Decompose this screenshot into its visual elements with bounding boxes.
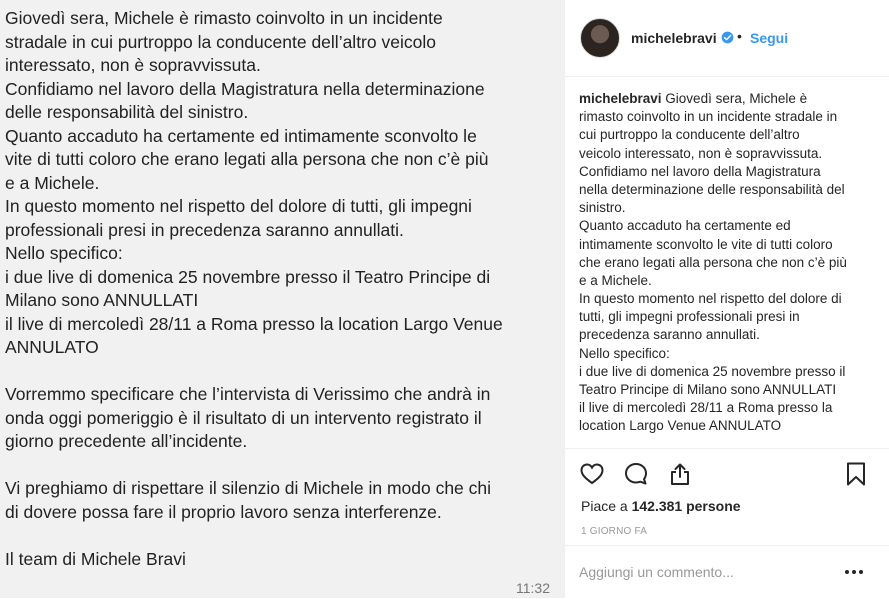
more-icon[interactable] bbox=[843, 564, 865, 580]
note-line: Confidiamo nel lavoro della Magistratura… bbox=[5, 78, 485, 99]
caption-line: nella determinazione delle responsabilit… bbox=[579, 181, 875, 199]
caption-text: cui purtroppo la conducente dell’altro bbox=[579, 127, 800, 143]
heart-icon[interactable] bbox=[579, 461, 605, 487]
caption-text: location Largo Venue ANNULATO bbox=[579, 418, 782, 434]
separator-dot: • bbox=[737, 28, 742, 44]
caption-line: Quanto accaduto ha certamente ed bbox=[579, 217, 875, 235]
note-line: Vi preghiamo di rispettare il silenzio d… bbox=[5, 478, 492, 498]
caption-line: rimasto coinvolto in un incidente strada… bbox=[579, 108, 875, 126]
caption-username-link[interactable]: michelebravi bbox=[579, 91, 662, 106]
caption-line: Nello specifico: bbox=[579, 345, 875, 363]
caption-line: Confidiamo nel lavoro della Magistratura bbox=[579, 163, 875, 181]
avatar[interactable] bbox=[580, 18, 620, 58]
note-line: Nello specifico: bbox=[5, 243, 123, 263]
verified-badge-icon bbox=[721, 31, 734, 44]
note-line: il live di mercoledì 28/11 a Roma presso… bbox=[5, 313, 503, 334]
note-line bbox=[5, 524, 557, 548]
caption-text: Quanto accaduto ha certamente ed bbox=[579, 218, 791, 234]
post-header: michelebravi • Segui bbox=[565, 0, 889, 77]
note-line: i due live di domenica 25 novembre press… bbox=[5, 266, 491, 287]
caption-text: che erano legati alla persona che non c’… bbox=[579, 254, 847, 270]
comment-input[interactable] bbox=[579, 564, 829, 580]
caption-line: sinistro. bbox=[579, 199, 875, 217]
note-line: delle responsabilità del sinistro. bbox=[5, 102, 249, 122]
caption-line: veicolo interessato, non è sopravvissuta… bbox=[579, 145, 875, 163]
note-line: In questo momento nel rispetto del dolor… bbox=[5, 196, 472, 216]
caption-text: rimasto coinvolto in un incidente strada… bbox=[579, 109, 838, 125]
caption-line: i due live di domenica 25 novembre press… bbox=[579, 363, 875, 381]
likes-count[interactable]: Piace a 142.381 persone bbox=[581, 498, 741, 514]
caption-text: Teatro Principe di Milano sono ANNULLATI bbox=[579, 382, 837, 397]
caption-line: Teatro Principe di Milano sono ANNULLATI bbox=[579, 381, 875, 399]
note-line: giorno precedente all’incidente. bbox=[5, 431, 248, 451]
caption-text: Confidiamo nel lavoro della Magistratura bbox=[579, 163, 821, 179]
note-line: onda oggi pomeriggio è il risultato di u… bbox=[5, 407, 482, 428]
note-line: ANNULATO bbox=[5, 337, 99, 357]
note-text: Giovedì sera, Michele è rimasto coinvolt… bbox=[5, 7, 557, 571]
caption-text: i due live di domenica 25 novembre press… bbox=[579, 363, 846, 379]
caption-text: nella determinazione delle responsabilit… bbox=[579, 181, 845, 197]
caption-text: e a Michele. bbox=[579, 272, 652, 288]
post-sidebar: michelebravi • Segui michelebravi Gioved… bbox=[565, 0, 889, 598]
note-line: Il team di Michele Bravi bbox=[5, 548, 186, 569]
caption-text: veicolo interessato, non è sopravvissuta… bbox=[579, 145, 823, 161]
comment-icon[interactable] bbox=[623, 461, 649, 487]
note-line bbox=[5, 454, 557, 478]
username-link[interactable]: michelebravi bbox=[631, 30, 717, 46]
note-line: Quanto accaduto ha certamente ed intimam… bbox=[5, 125, 477, 146]
bookmark-icon[interactable] bbox=[843, 461, 869, 487]
caption-text: precedenza saranno annullati. bbox=[579, 327, 760, 343]
caption-text: sinistro. bbox=[579, 200, 626, 216]
caption-line: cui purtroppo la conducente dell’altro bbox=[579, 126, 875, 144]
likes-number: 142.381 bbox=[631, 498, 683, 514]
caption-line: location Largo Venue ANNULATO bbox=[579, 417, 875, 435]
caption-line: In questo momento nel rispetto del dolor… bbox=[579, 290, 875, 308]
note-line: Vorremmo specificare che l’intervista di… bbox=[5, 384, 491, 404]
post-caption: michelebravi Giovedì sera, Michele è rima… bbox=[579, 90, 875, 436]
follow-button[interactable]: Segui bbox=[750, 30, 788, 46]
caption-line: precedenza saranno annullati. bbox=[579, 326, 875, 344]
caption-line: tutti, gli impegni professionali presi i… bbox=[579, 308, 875, 326]
comment-bar bbox=[565, 545, 889, 599]
share-icon[interactable] bbox=[667, 461, 693, 487]
post-time-ago: 1 GIORNO FA bbox=[581, 526, 648, 537]
note-timestamp: 11:32 bbox=[516, 580, 550, 596]
caption-line: il live di mercoledì 28/11 a Roma presso… bbox=[579, 399, 875, 417]
likes-prefix: Piace a bbox=[581, 498, 632, 514]
note-line: Giovedì sera, Michele è rimasto coinvolt… bbox=[5, 8, 443, 28]
caption-line: e a Michele. bbox=[579, 272, 875, 290]
caption-line: intimamente sconvolto le vite di tutti c… bbox=[579, 236, 875, 254]
action-bar bbox=[565, 448, 889, 497]
note-line: di dovere possa fare il proprio lavoro s… bbox=[5, 501, 442, 522]
note-line: professionali presi in precedenza sarann… bbox=[5, 219, 404, 240]
note-line: e a Michele. bbox=[5, 172, 100, 193]
note-line: interessato, non è sopravvissuta. bbox=[5, 55, 261, 75]
caption-text: tutti, gli impegni professionali presi i… bbox=[579, 309, 800, 325]
caption-line: michelebravi Giovedì sera, Michele è bbox=[579, 90, 875, 108]
caption-text: In questo momento nel rispetto del dolor… bbox=[579, 291, 842, 307]
post-image: Giovedì sera, Michele è rimasto coinvolt… bbox=[0, 0, 564, 598]
note-line bbox=[5, 360, 557, 384]
caption-text: il live di mercoledì 28/11 a Roma presso… bbox=[579, 400, 833, 416]
caption-text: Nello specifico: bbox=[579, 345, 670, 361]
caption-text: intimamente sconvolto le vite di tutti c… bbox=[579, 236, 833, 252]
note-line: stradale in cui purtroppo la conducente … bbox=[5, 31, 436, 52]
caption-text: Giovedì sera, Michele è bbox=[661, 91, 808, 106]
caption-line: che erano legati alla persona che non c’… bbox=[579, 254, 875, 272]
note-line: vite di tutti coloro che erano legati al… bbox=[5, 149, 489, 169]
likes-suffix: persone bbox=[682, 498, 741, 514]
note-line: Milano sono ANNULLATI bbox=[5, 290, 199, 310]
